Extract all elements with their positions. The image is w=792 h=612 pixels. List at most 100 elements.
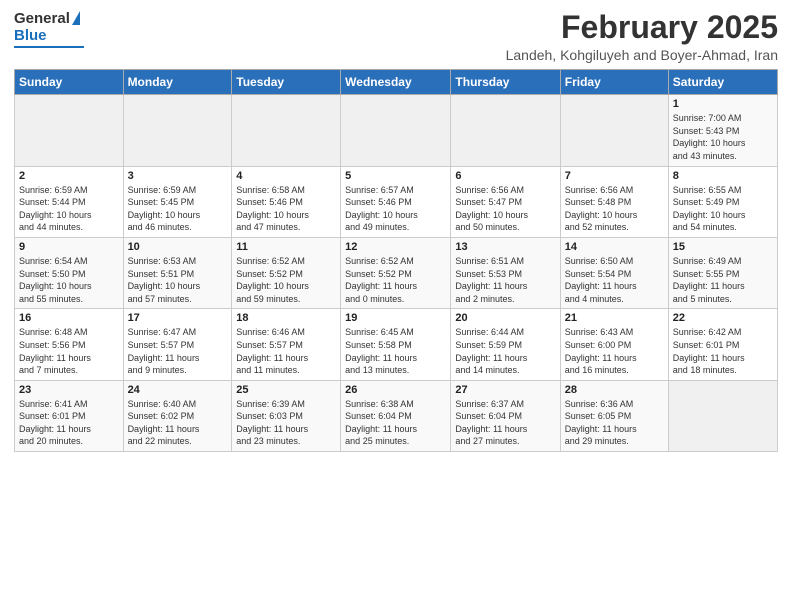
calendar-cell: 11 Sunrise: 6:52 AM Sunset: 5:52 PM Dayli… (232, 237, 341, 308)
day-number: 5 (345, 170, 446, 182)
month-title: February 2025 (506, 10, 778, 45)
calendar-cell: 28Sunrise: 6:36 AM Sunset: 6:05 PM Dayli… (560, 380, 668, 451)
day-info: Sunrise: 6:58 AM Sunset: 5:46 PM Dayligh… (236, 184, 336, 234)
calendar-day-header-thursday: Thursday (451, 70, 560, 95)
day-number: 4 (236, 170, 336, 182)
calendar-cell (668, 380, 777, 451)
logo-blue-text: Blue (14, 27, 47, 44)
calendar-cell: 25 Sunrise: 6:39 AM Sunset: 6:03 PM Dayli… (232, 380, 341, 451)
calendar-cell: 14 Sunrise: 6:50 AM Sunset: 5:54 PM Dayli… (560, 237, 668, 308)
location-title: Landeh, Kohgiluyeh and Boyer-Ahmad, Iran (506, 47, 778, 63)
day-number: 12 (345, 241, 446, 253)
logo-triangle-icon (72, 11, 80, 25)
day-info: Sunrise: 6:56 AM Sunset: 5:47 PM Dayligh… (455, 184, 555, 234)
calendar-day-header-sunday: Sunday (15, 70, 124, 95)
logo-general-text: General (14, 10, 70, 27)
day-info: Sunrise: 6:59 AM Sunset: 5:45 PM Dayligh… (128, 184, 228, 234)
day-number: 26 (345, 384, 446, 396)
day-info: Sunrise: 6:39 AM Sunset: 6:03 PM Dayligh… (236, 398, 336, 448)
logo-underline (14, 46, 84, 48)
calendar-cell: 8 Sunrise: 6:55 AM Sunset: 5:49 PM Daylig… (668, 166, 777, 237)
calendar-cell (232, 95, 341, 166)
day-info: Sunrise: 6:52 AM Sunset: 5:52 PM Dayligh… (345, 255, 446, 305)
calendar-cell (560, 95, 668, 166)
day-number: 9 (19, 241, 119, 253)
calendar-cell: 12 Sunrise: 6:52 AM Sunset: 5:52 PM Dayli… (341, 237, 451, 308)
day-info: Sunrise: 6:54 AM Sunset: 5:50 PM Dayligh… (19, 255, 119, 305)
calendar-cell: 4 Sunrise: 6:58 AM Sunset: 5:46 PM Daylig… (232, 166, 341, 237)
day-info: Sunrise: 6:50 AM Sunset: 5:54 PM Dayligh… (565, 255, 664, 305)
calendar-cell: 18 Sunrise: 6:46 AM Sunset: 5:57 PM Dayli… (232, 309, 341, 380)
calendar-week-row: 2 Sunrise: 6:59 AM Sunset: 5:44 PM Daylig… (15, 166, 778, 237)
calendar-cell: 2 Sunrise: 6:59 AM Sunset: 5:44 PM Daylig… (15, 166, 124, 237)
calendar-cell: 3 Sunrise: 6:59 AM Sunset: 5:45 PM Daylig… (123, 166, 232, 237)
header: General Blue February 2025 Landeh, Kohgi… (14, 10, 778, 63)
page: General Blue February 2025 Landeh, Kohgi… (0, 0, 792, 612)
calendar-cell: 26 Sunrise: 6:38 AM Sunset: 6:04 PM Dayli… (341, 380, 451, 451)
logo: General Blue (14, 10, 104, 48)
calendar-week-row: 16Sunrise: 6:48 AM Sunset: 5:56 PM Dayli… (15, 309, 778, 380)
day-info: Sunrise: 6:43 AM Sunset: 6:00 PM Dayligh… (565, 326, 664, 376)
calendar-day-header-saturday: Saturday (668, 70, 777, 95)
calendar-day-header-monday: Monday (123, 70, 232, 95)
calendar-cell: 7Sunrise: 6:56 AM Sunset: 5:48 PM Daylig… (560, 166, 668, 237)
calendar-cell: 17 Sunrise: 6:47 AM Sunset: 5:57 PM Dayli… (123, 309, 232, 380)
day-number: 20 (455, 312, 555, 324)
day-number: 3 (128, 170, 228, 182)
day-number: 6 (455, 170, 555, 182)
day-number: 1 (673, 98, 773, 110)
calendar-cell: 21 Sunrise: 6:43 AM Sunset: 6:00 PM Dayli… (560, 309, 668, 380)
day-number: 8 (673, 170, 773, 182)
day-info: Sunrise: 6:38 AM Sunset: 6:04 PM Dayligh… (345, 398, 446, 448)
day-info: Sunrise: 7:00 AM Sunset: 5:43 PM Dayligh… (673, 112, 773, 162)
day-number: 14 (565, 241, 664, 253)
calendar-cell: 19 Sunrise: 6:45 AM Sunset: 5:58 PM Dayli… (341, 309, 451, 380)
day-info: Sunrise: 6:40 AM Sunset: 6:02 PM Dayligh… (128, 398, 228, 448)
day-info: Sunrise: 6:59 AM Sunset: 5:44 PM Dayligh… (19, 184, 119, 234)
day-info: Sunrise: 6:49 AM Sunset: 5:55 PM Dayligh… (673, 255, 773, 305)
day-info: Sunrise: 6:41 AM Sunset: 6:01 PM Dayligh… (19, 398, 119, 448)
calendar-header-row: SundayMondayTuesdayWednesdayThursdayFrid… (15, 70, 778, 95)
calendar-cell: 22 Sunrise: 6:42 AM Sunset: 6:01 PM Dayli… (668, 309, 777, 380)
calendar-cell: 23 Sunrise: 6:41 AM Sunset: 6:01 PM Dayli… (15, 380, 124, 451)
calendar-week-row: 9 Sunrise: 6:54 AM Sunset: 5:50 PM Daylig… (15, 237, 778, 308)
calendar-cell: 1 Sunrise: 7:00 AM Sunset: 5:43 PM Daylig… (668, 95, 777, 166)
day-number: 17 (128, 312, 228, 324)
day-number: 27 (455, 384, 555, 396)
calendar-cell: 13Sunrise: 6:51 AM Sunset: 5:53 PM Dayli… (451, 237, 560, 308)
day-number: 2 (19, 170, 119, 182)
day-info: Sunrise: 6:57 AM Sunset: 5:46 PM Dayligh… (345, 184, 446, 234)
day-info: Sunrise: 6:55 AM Sunset: 5:49 PM Dayligh… (673, 184, 773, 234)
day-info: Sunrise: 6:37 AM Sunset: 6:04 PM Dayligh… (455, 398, 555, 448)
calendar-week-row: 1 Sunrise: 7:00 AM Sunset: 5:43 PM Daylig… (15, 95, 778, 166)
calendar-cell: 27 Sunrise: 6:37 AM Sunset: 6:04 PM Dayli… (451, 380, 560, 451)
day-info: Sunrise: 6:45 AM Sunset: 5:58 PM Dayligh… (345, 326, 446, 376)
day-info: Sunrise: 6:47 AM Sunset: 5:57 PM Dayligh… (128, 326, 228, 376)
day-number: 18 (236, 312, 336, 324)
day-number: 11 (236, 241, 336, 253)
calendar-day-header-friday: Friday (560, 70, 668, 95)
day-info: Sunrise: 6:52 AM Sunset: 5:52 PM Dayligh… (236, 255, 336, 305)
day-info: Sunrise: 6:42 AM Sunset: 6:01 PM Dayligh… (673, 326, 773, 376)
calendar-cell: 24Sunrise: 6:40 AM Sunset: 6:02 PM Dayli… (123, 380, 232, 451)
day-number: 22 (673, 312, 773, 324)
calendar-cell: 6 Sunrise: 6:56 AM Sunset: 5:47 PM Daylig… (451, 166, 560, 237)
day-info: Sunrise: 6:46 AM Sunset: 5:57 PM Dayligh… (236, 326, 336, 376)
day-number: 23 (19, 384, 119, 396)
day-info: Sunrise: 6:44 AM Sunset: 5:59 PM Dayligh… (455, 326, 555, 376)
day-number: 15 (673, 241, 773, 253)
calendar-cell: 16Sunrise: 6:48 AM Sunset: 5:56 PM Dayli… (15, 309, 124, 380)
day-info: Sunrise: 6:48 AM Sunset: 5:56 PM Dayligh… (19, 326, 119, 376)
calendar-cell: 9 Sunrise: 6:54 AM Sunset: 5:50 PM Daylig… (15, 237, 124, 308)
day-number: 25 (236, 384, 336, 396)
day-number: 21 (565, 312, 664, 324)
day-info: Sunrise: 6:36 AM Sunset: 6:05 PM Dayligh… (565, 398, 664, 448)
header-right: February 2025 Landeh, Kohgiluyeh and Boy… (506, 10, 778, 63)
calendar-cell: 20 Sunrise: 6:44 AM Sunset: 5:59 PM Dayli… (451, 309, 560, 380)
calendar-cell (15, 95, 124, 166)
calendar: SundayMondayTuesdayWednesdayThursdayFrid… (14, 69, 778, 452)
calendar-cell: 15 Sunrise: 6:49 AM Sunset: 5:55 PM Dayli… (668, 237, 777, 308)
day-number: 13 (455, 241, 555, 253)
calendar-week-row: 23 Sunrise: 6:41 AM Sunset: 6:01 PM Dayli… (15, 380, 778, 451)
day-number: 19 (345, 312, 446, 324)
